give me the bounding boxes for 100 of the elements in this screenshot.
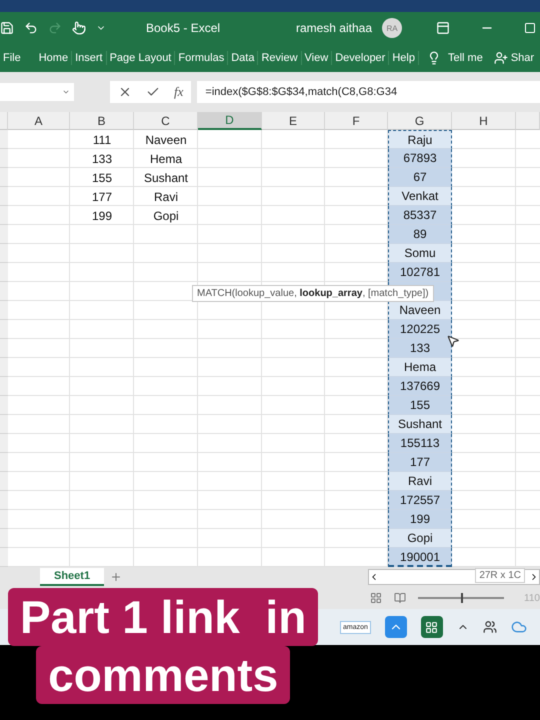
name-box[interactable] xyxy=(0,83,74,101)
cancel-icon[interactable] xyxy=(118,85,132,99)
table-cell-text: Naveen xyxy=(144,132,188,148)
table-cell-text: Sushant xyxy=(142,170,190,186)
table-cell: Hema xyxy=(388,358,452,377)
column-header[interactable]: D xyxy=(198,112,262,130)
save-icon[interactable] xyxy=(0,21,14,35)
column-header[interactable]: G xyxy=(388,112,452,130)
table-cell: 177 xyxy=(388,453,452,472)
column-header[interactable] xyxy=(516,112,540,130)
ribbon-tab[interactable]: Formulas xyxy=(175,51,228,65)
table-cell-text: 133 xyxy=(90,150,114,168)
maximize-icon[interactable] xyxy=(524,22,536,34)
column-header[interactable]: F xyxy=(325,112,388,130)
table-cell: 199 xyxy=(388,510,452,529)
row-header[interactable] xyxy=(0,282,8,301)
insert-function-button[interactable]: fx xyxy=(174,84,184,100)
table-cell: Somu xyxy=(388,244,452,263)
table-cell: 172557 xyxy=(388,491,452,510)
page-layout-icon[interactable] xyxy=(370,592,382,604)
row-header[interactable] xyxy=(0,301,8,320)
table-cell: Sushant xyxy=(388,415,452,434)
ribbon-tab[interactable]: Page Layout xyxy=(106,51,176,65)
table-cell: 85337 xyxy=(388,206,452,225)
row-header[interactable] xyxy=(0,377,8,396)
horizontal-scrollbar[interactable]: 27R x 1C xyxy=(368,569,540,585)
table-cell: Gopi xyxy=(388,529,452,548)
ribbon-tab[interactable]: Insert xyxy=(72,51,107,65)
ribbon-tab[interactable]: Help xyxy=(389,51,419,65)
ribbon-display-icon[interactable] xyxy=(436,21,450,35)
window-title: Book5 - Excel xyxy=(146,21,220,35)
row-header[interactable] xyxy=(0,396,8,415)
table-cell: Ravi xyxy=(388,472,452,491)
selection-count-tooltip: 27R x 1C xyxy=(475,568,525,583)
page-break-icon[interactable] xyxy=(394,592,406,604)
table-cell: 67893 xyxy=(388,149,452,168)
table-cell: 155 xyxy=(388,396,452,415)
row-header[interactable] xyxy=(0,168,8,187)
table-cell: Venkat xyxy=(388,187,452,206)
row-header[interactable] xyxy=(0,472,8,491)
formula-field[interactable]: =index($G$8:$G$34,match(C8,G8:G34 xyxy=(197,81,540,103)
table-cell: Raju xyxy=(388,130,452,149)
row-header[interactable] xyxy=(0,263,8,282)
touch-mode-icon[interactable] xyxy=(72,21,86,35)
select-all-corner[interactable] xyxy=(0,112,8,130)
people-icon[interactable] xyxy=(482,620,497,634)
sheet-tab[interactable]: Sheet1 xyxy=(40,568,104,586)
spreadsheet-app-icon[interactable] xyxy=(420,616,443,638)
row-header[interactable] xyxy=(0,358,8,377)
table-cell-text: 155 xyxy=(90,170,114,186)
caption-text: comments xyxy=(36,646,290,704)
row-header[interactable] xyxy=(0,187,8,206)
column-header[interactable]: C xyxy=(134,112,198,130)
table-cell-text: 111 xyxy=(92,132,112,148)
ribbon-tab[interactable]: Home xyxy=(36,51,72,65)
row-header[interactable] xyxy=(0,548,8,567)
table-cell: 102781 xyxy=(388,263,452,282)
user-name: ramesh aithaa xyxy=(296,21,372,35)
tell-me-button[interactable]: Tell me xyxy=(444,51,486,65)
row-header[interactable] xyxy=(0,339,8,358)
row-header[interactable] xyxy=(0,453,8,472)
cloud-icon[interactable] xyxy=(510,619,527,635)
undo-icon[interactable] xyxy=(24,21,38,35)
caption-text: Part 1 link in xyxy=(8,588,318,646)
table-cell: Naveen xyxy=(388,301,452,320)
row-header[interactable] xyxy=(0,415,8,434)
share-icon[interactable] xyxy=(494,51,508,65)
row-header[interactable] xyxy=(0,529,8,548)
ribbon-tab[interactable]: File xyxy=(0,51,24,65)
row-header[interactable] xyxy=(0,491,8,510)
ribbon-tab[interactable]: Data xyxy=(228,51,258,65)
zoom-level: 110 xyxy=(524,592,540,604)
redo-icon[interactable] xyxy=(48,21,62,35)
cursor-icon xyxy=(446,334,460,348)
row-header[interactable] xyxy=(0,149,8,168)
row-header[interactable] xyxy=(0,244,8,263)
ribbon-tab[interactable]: Review xyxy=(258,51,302,65)
row-header[interactable] xyxy=(0,510,8,529)
column-header[interactable]: E xyxy=(262,112,325,130)
caret-icon xyxy=(62,88,70,96)
user-avatar[interactable]: RA xyxy=(382,18,402,38)
table-cell: 137669 xyxy=(388,377,452,396)
column-header[interactable]: H xyxy=(452,112,516,130)
table-cell: 89 xyxy=(388,225,452,244)
column-header[interactable]: B xyxy=(70,112,134,130)
table-cell-text: Hema xyxy=(148,150,183,168)
ribbon-tab[interactable]: Developer xyxy=(332,51,390,65)
row-header[interactable] xyxy=(0,206,8,225)
row-header[interactable] xyxy=(0,130,8,149)
table-cell-text: 199 xyxy=(90,208,114,224)
row-header[interactable] xyxy=(0,434,8,453)
add-sheet-icon[interactable] xyxy=(110,571,122,583)
table-cell: 67 xyxy=(388,168,452,187)
column-header[interactable]: A xyxy=(8,112,70,130)
share-button[interactable]: Shar xyxy=(508,51,538,65)
table-cell: 133 xyxy=(388,339,452,358)
ribbon-tab[interactable]: View xyxy=(302,51,332,65)
table-cell-text: Gopi xyxy=(152,208,180,224)
row-header[interactable] xyxy=(0,225,8,244)
row-header[interactable] xyxy=(0,320,8,339)
